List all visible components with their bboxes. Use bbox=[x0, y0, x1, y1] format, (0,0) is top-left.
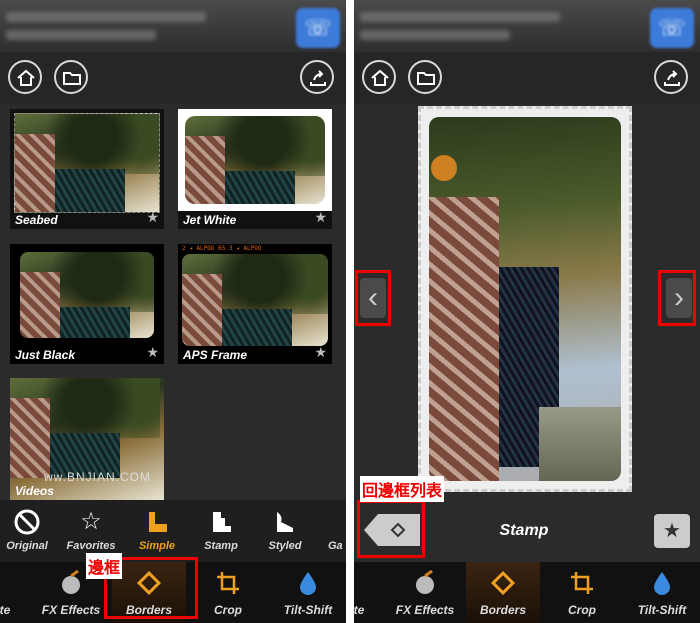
folder-icon bbox=[63, 72, 81, 85]
favorite-star-icon[interactable]: ★ bbox=[146, 344, 159, 361]
border-tile-seabed[interactable]: Seabed ★ bbox=[10, 109, 164, 229]
favorite-star-icon[interactable]: ★ bbox=[314, 344, 327, 361]
favorite-star-icon[interactable]: ★ bbox=[146, 209, 159, 226]
tool-tilt-shift[interactable]: Tilt-Shift bbox=[624, 562, 700, 623]
photo-preview bbox=[429, 117, 621, 481]
highlight-box-prev bbox=[355, 270, 391, 326]
annotation-borders: 邊框 bbox=[86, 553, 123, 579]
border-name: Stamp bbox=[499, 522, 549, 539]
star-icon: ★ bbox=[663, 520, 681, 542]
watermark-text: ww.BNJIAN.COM bbox=[44, 470, 152, 484]
favorite-star-icon[interactable]: ★ bbox=[314, 209, 327, 226]
top-toolbar bbox=[0, 52, 346, 104]
crop-icon bbox=[569, 570, 595, 596]
fx-effects-icon bbox=[412, 569, 438, 596]
tilt-shift-icon bbox=[295, 570, 321, 596]
category-gallery[interactable]: Ga bbox=[312, 500, 346, 562]
home-button[interactable] bbox=[8, 60, 42, 94]
folder-button[interactable] bbox=[54, 60, 88, 94]
annotation-back-to-list: 回邊框列表 bbox=[360, 476, 445, 502]
favorite-button[interactable]: ★ bbox=[654, 514, 690, 548]
borders-icon bbox=[490, 570, 516, 596]
tool-crop[interactable]: Crop bbox=[550, 562, 614, 623]
home-icon bbox=[371, 69, 389, 86]
tool-partial[interactable]: te bbox=[0, 562, 20, 623]
phone-icon: ☏ bbox=[296, 8, 340, 48]
fx-effects-icon bbox=[58, 569, 84, 596]
simple-frame-icon bbox=[143, 508, 171, 536]
category-simple[interactable]: Simple bbox=[126, 500, 188, 562]
tool-borders[interactable]: Borders bbox=[466, 562, 540, 623]
border-category-bar: Original ☆ Favorites Simple Stamp Styled… bbox=[0, 500, 346, 562]
tool-fx-effects[interactable]: FX Effects bbox=[390, 562, 460, 623]
stamp-icon bbox=[207, 508, 235, 536]
left-screen: ☏ Seabed ★ Jet White ★ Just Black ★ 2 ◂ … bbox=[0, 0, 346, 623]
tile-label: APS Frame bbox=[183, 348, 248, 362]
tile-label: Videos bbox=[15, 484, 54, 498]
tile-label: Jet White bbox=[178, 211, 332, 229]
share-button[interactable] bbox=[654, 60, 688, 94]
category-styled[interactable]: Styled bbox=[254, 500, 316, 562]
border-tile-videos[interactable]: ww.BNJIAN.COM Videos bbox=[10, 378, 164, 500]
category-stamp[interactable]: Stamp bbox=[190, 500, 252, 562]
screen-divider bbox=[346, 0, 354, 623]
folder-icon bbox=[417, 72, 435, 85]
highlight-box-next bbox=[658, 270, 696, 326]
tool-tilt-shift[interactable]: Tilt-Shift bbox=[270, 562, 346, 623]
border-tile-jet-white[interactable]: Jet White ★ bbox=[178, 109, 332, 229]
tilt-shift-icon bbox=[649, 570, 675, 596]
crop-icon bbox=[215, 570, 241, 596]
no-icon bbox=[13, 508, 41, 536]
folder-button[interactable] bbox=[408, 60, 442, 94]
tool-partial[interactable]: te bbox=[354, 562, 374, 623]
stamp-border-preview bbox=[418, 106, 632, 492]
star-outline-icon: ☆ bbox=[80, 508, 102, 535]
border-tile-just-black[interactable]: Just Black ★ bbox=[10, 244, 164, 364]
share-button[interactable] bbox=[300, 60, 334, 94]
styled-icon bbox=[271, 508, 299, 536]
right-screen: ☏ ‹ › Stamp ★ 回邊框列表 te FX Effects Border… bbox=[354, 0, 700, 623]
border-tile-aps-frame[interactable]: 2 ◂ ALPOO 65 3 ◂ ALPOO APS Frame ★ bbox=[178, 244, 332, 364]
phone-icon: ☏ bbox=[650, 8, 694, 48]
notification-bar: ☏ bbox=[0, 0, 346, 52]
tile-label: Seabed bbox=[15, 213, 58, 227]
tool-bar: te FX Effects Borders Crop Tilt-Shift bbox=[354, 562, 700, 623]
share-icon bbox=[310, 70, 326, 86]
highlight-box-back bbox=[357, 500, 425, 558]
category-original[interactable]: Original bbox=[0, 500, 58, 562]
tool-crop[interactable]: Crop bbox=[196, 562, 260, 623]
home-icon bbox=[17, 69, 35, 86]
top-toolbar bbox=[354, 52, 700, 104]
home-button[interactable] bbox=[362, 60, 396, 94]
notification-bar: ☏ bbox=[354, 0, 700, 52]
tile-label: Just Black bbox=[15, 348, 76, 362]
share-icon bbox=[664, 70, 680, 86]
